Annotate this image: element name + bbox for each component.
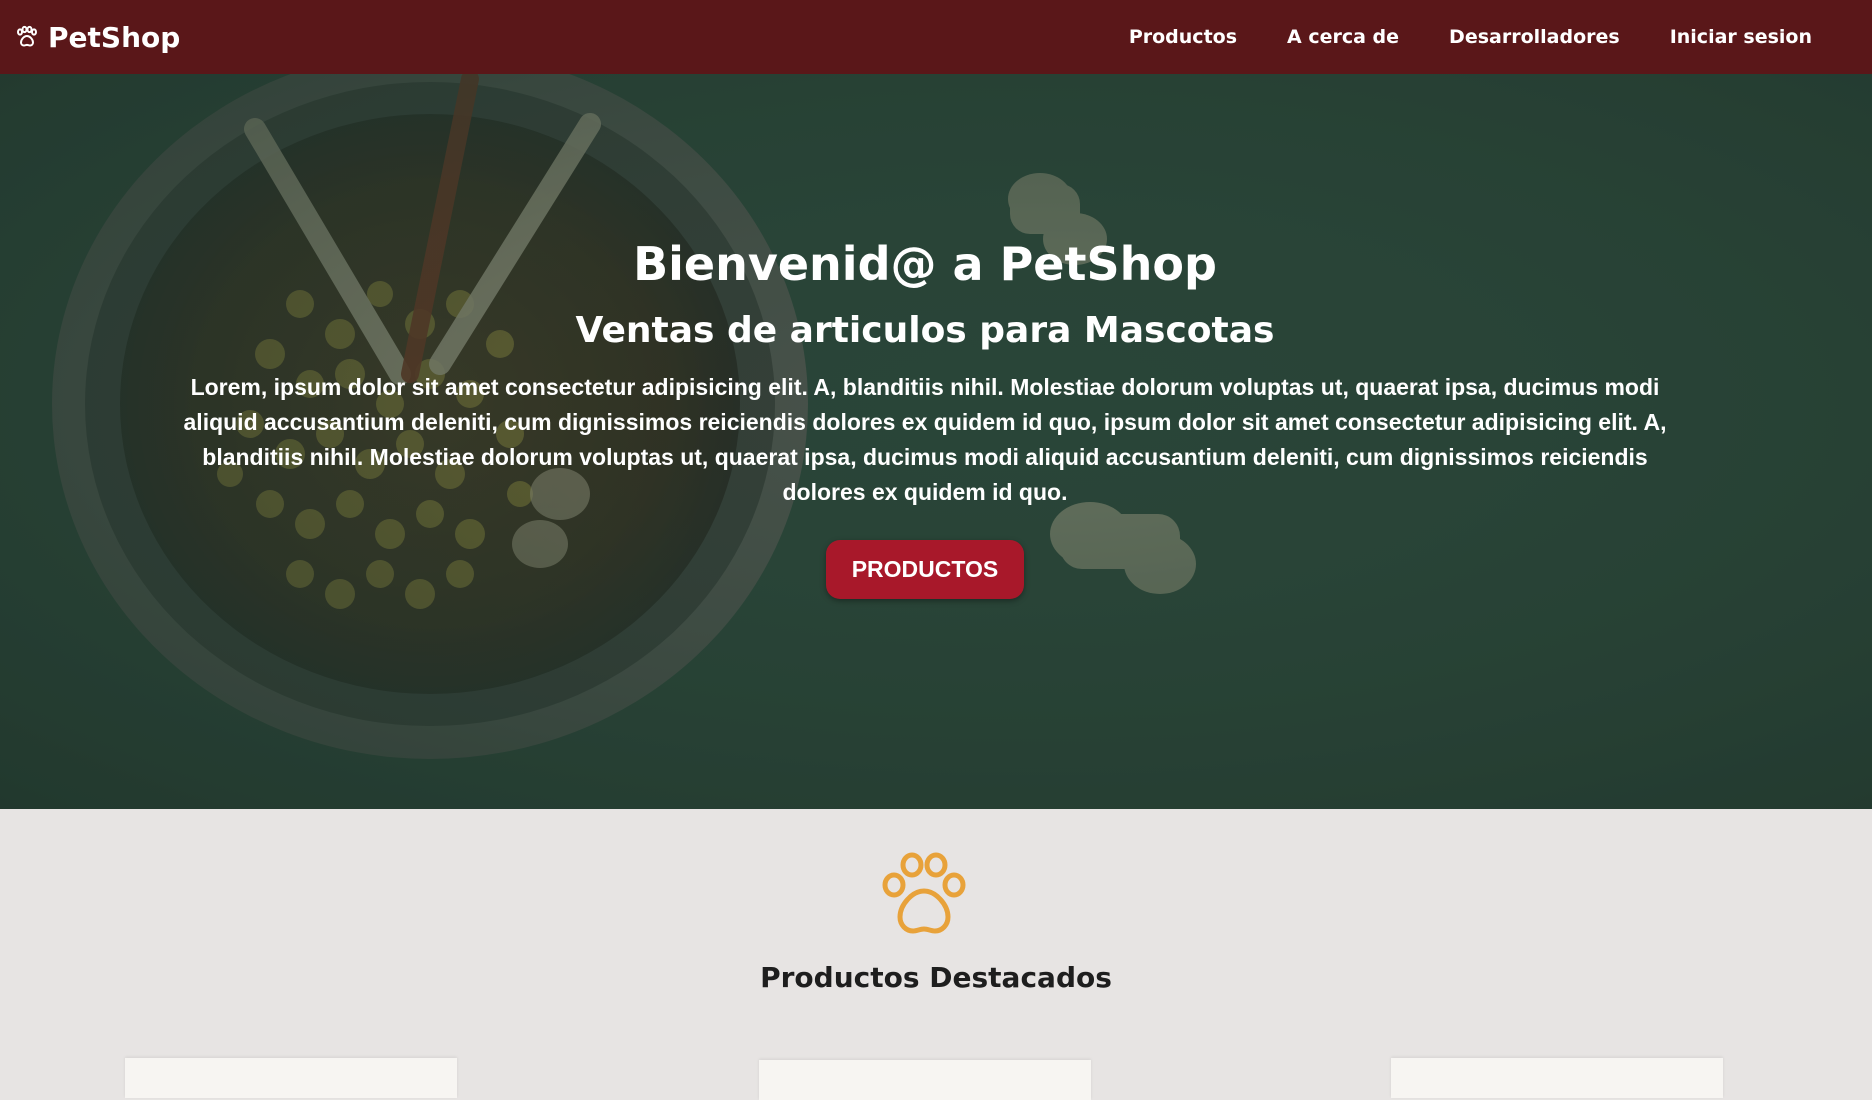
brand-link[interactable]: PetShop	[14, 21, 180, 54]
nav-link-productos[interactable]: Productos	[1129, 26, 1237, 48]
product-card[interactable]	[125, 1058, 457, 1098]
brand-name: PetShop	[48, 20, 181, 54]
paw-icon	[882, 852, 966, 934]
hero-section: Bienvenid@ a PetShop Ventas de articulos…	[0, 74, 1872, 809]
hero-subtitle: Ventas de articulos para Mascotas	[575, 310, 1275, 351]
nav-link-developers[interactable]: Desarrolladores	[1449, 26, 1620, 48]
paw-icon	[17, 25, 37, 47]
nav-link-login[interactable]: Iniciar sesion	[1670, 26, 1812, 48]
nav-link-about[interactable]: A cerca de	[1287, 26, 1399, 48]
hero-content: Bienvenid@ a PetShop Ventas de articulos…	[160, 234, 1690, 599]
hero-description: Lorem, ipsum dolor sit amet consectetur …	[183, 374, 1667, 505]
nav-links: Productos A cerca de Desarrolladores Ini…	[1129, 26, 1812, 48]
product-card[interactable]	[759, 1060, 1091, 1100]
featured-title: Productos Destacados	[760, 961, 1112, 994]
navbar: PetShop Productos A cerca de Desarrollad…	[0, 0, 1872, 74]
product-card[interactable]	[1391, 1058, 1723, 1098]
productos-button[interactable]: PRODUCTOS	[825, 540, 1025, 599]
hero-title: Bienvenid@ a PetShop	[633, 237, 1217, 291]
featured-section: Productos Destacados	[0, 809, 1872, 1100]
